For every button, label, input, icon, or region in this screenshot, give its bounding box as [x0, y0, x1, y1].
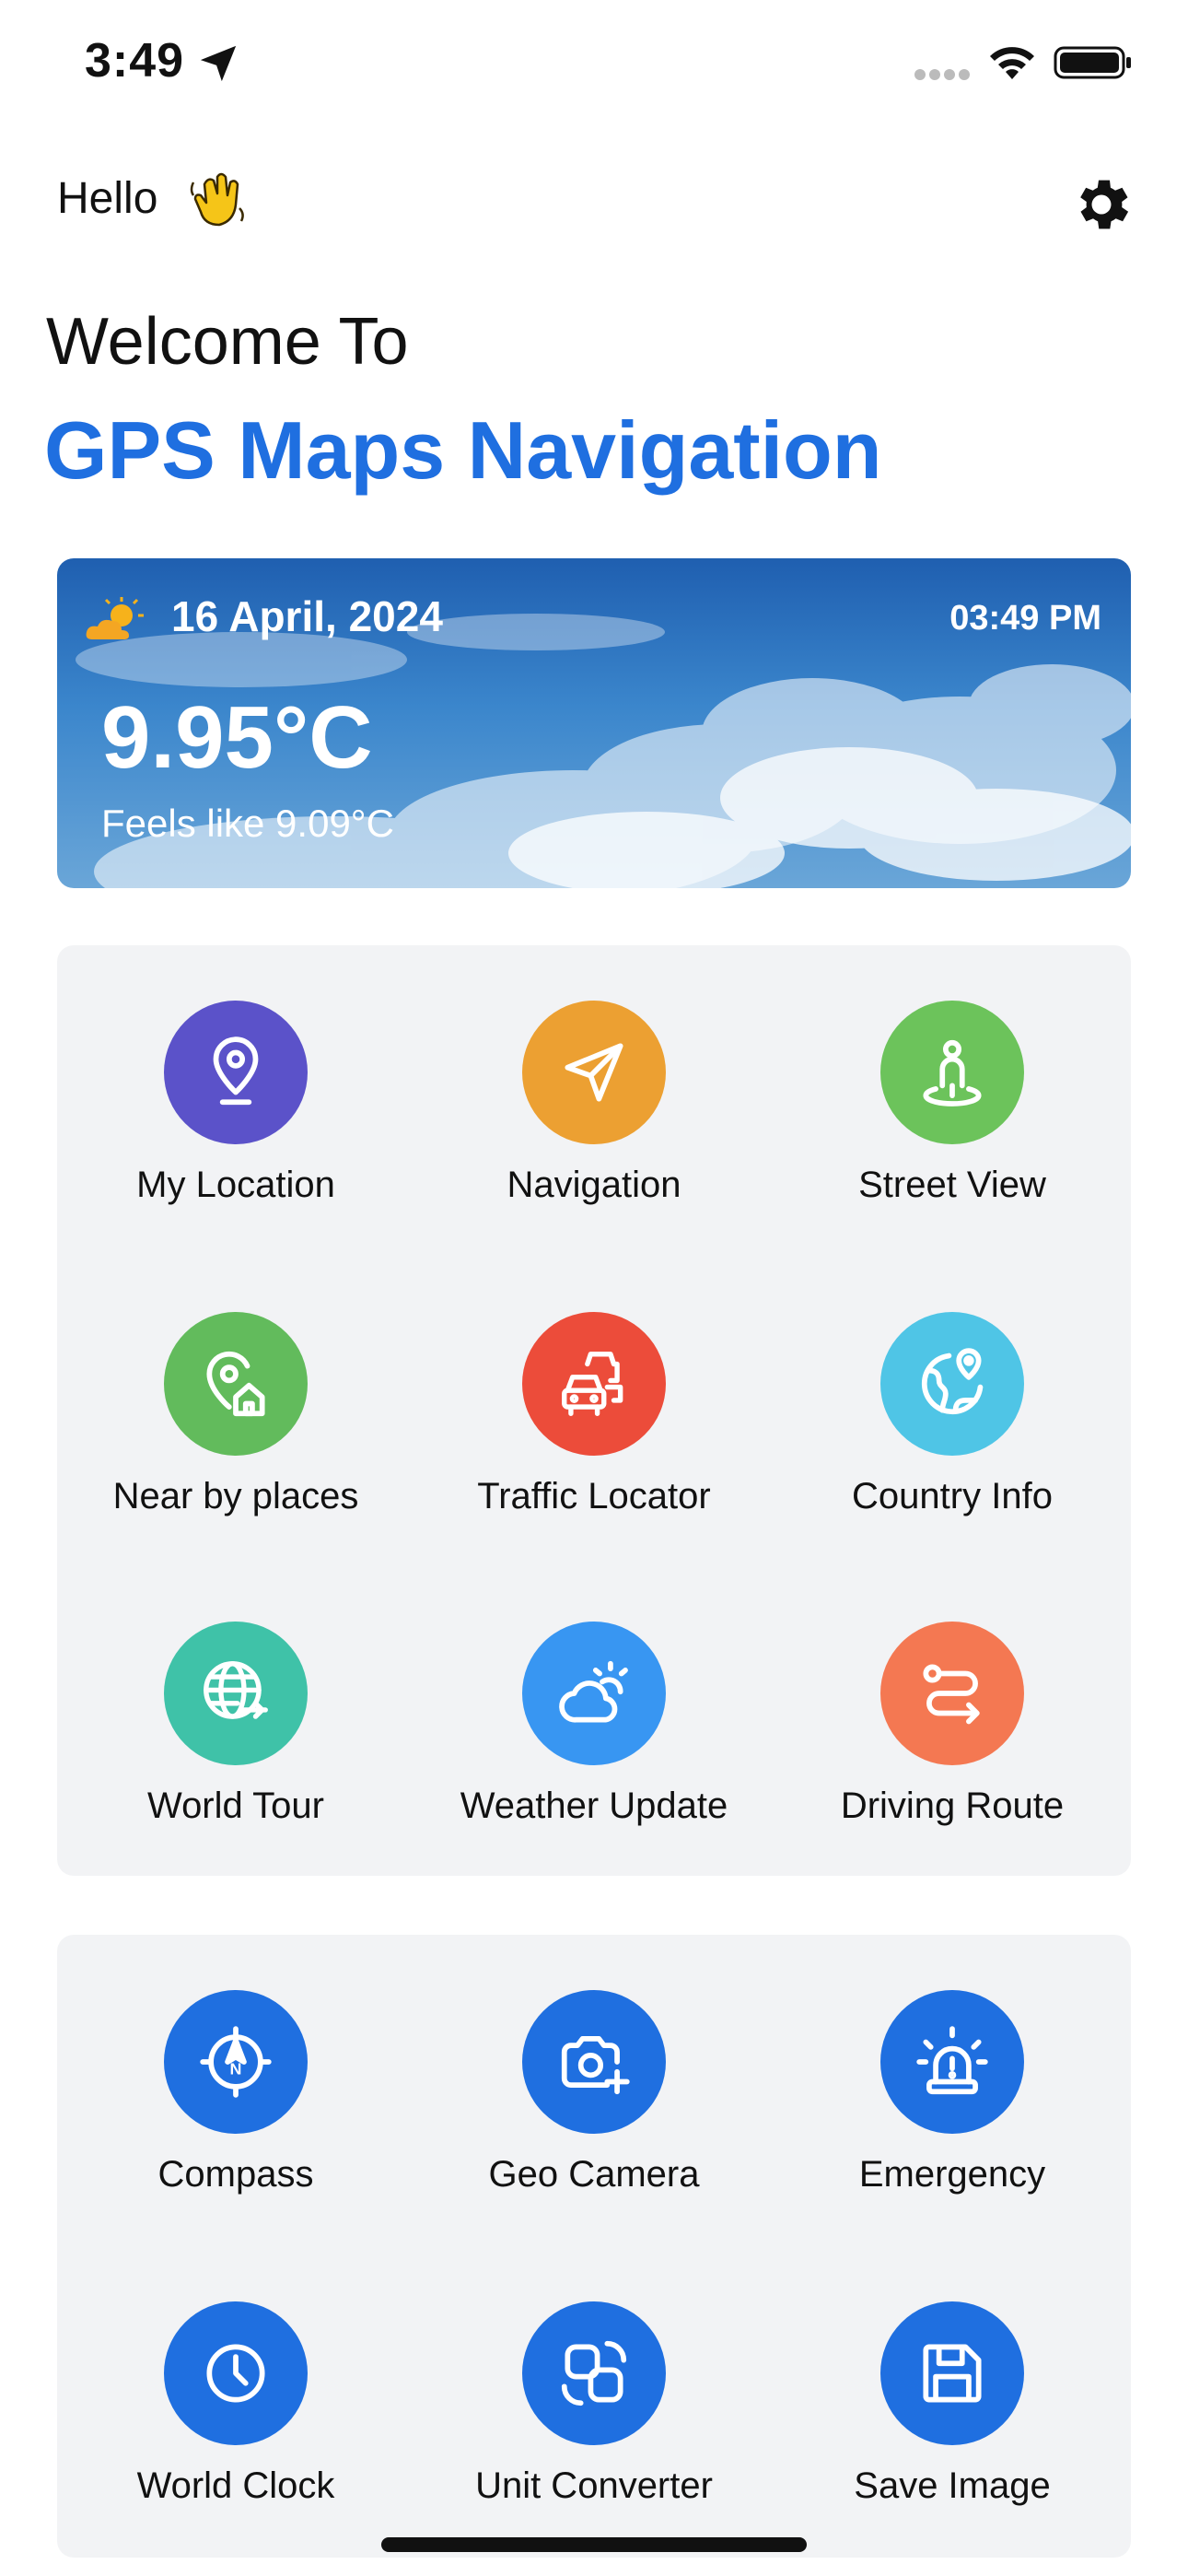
- tool-label: Save Image: [854, 2465, 1051, 2506]
- tool-label: Unit Converter: [475, 2465, 713, 2506]
- feature-label: My Location: [136, 1165, 335, 1205]
- tool-icon-circle: [880, 2301, 1024, 2445]
- weather-card[interactable]: 16 April, 2024 03:49 PM 9.95°C Feels lik…: [57, 558, 1131, 888]
- feature-label: Weather Update: [460, 1786, 728, 1826]
- features-grid: My Location Navigation Street View Near …: [57, 945, 1131, 1876]
- feature-weather-update[interactable]: Weather Update: [415, 1566, 773, 1826]
- tool-emergency[interactable]: Emergency: [774, 1935, 1131, 2195]
- feature-icon-circle: [880, 1001, 1024, 1144]
- globe-pin-icon: [921, 1348, 984, 1415]
- home-screen: 3:49 Hello Welcome To GPS Maps Navigatio…: [0, 0, 1188, 2576]
- tool-icon-circle: [522, 2301, 666, 2445]
- feature-label: Navigation: [507, 1165, 681, 1205]
- compass-icon: N: [200, 2026, 272, 2098]
- feature-country-info[interactable]: Country Info: [774, 1257, 1131, 1516]
- weather-cloud-sun-icon: [559, 1660, 628, 1723]
- emergency-siren-icon: [916, 2026, 988, 2095]
- street-view-person-icon: [923, 1039, 982, 1107]
- tool-label: World Clock: [136, 2465, 335, 2506]
- greeting-text: Hello: [57, 174, 158, 223]
- feature-label: Traffic Locator: [477, 1476, 711, 1516]
- tool-label: Compass: [157, 2154, 314, 2195]
- feature-label: Near by places: [112, 1476, 359, 1516]
- feature-street-view[interactable]: Street View: [774, 945, 1131, 1205]
- welcome-text: Welcome To: [46, 305, 409, 379]
- feature-label: World Tour: [147, 1786, 324, 1826]
- wifi-icon: [990, 47, 1034, 79]
- feature-label: Street View: [858, 1165, 1046, 1205]
- status-time: 3:49: [85, 34, 185, 88]
- tool-compass[interactable]: N Compass: [57, 1935, 414, 2195]
- feature-label: Driving Route: [840, 1786, 1065, 1826]
- camera-icon: [561, 2036, 630, 2095]
- tools-grid: N Compass Geo Camera Emergency World Clo…: [57, 1935, 1131, 2558]
- feature-traffic-locator[interactable]: Traffic Locator: [415, 1257, 773, 1516]
- feature-icon-circle: [164, 1312, 308, 1456]
- location-arrow-icon: [200, 45, 237, 82]
- convert-icon: [561, 2340, 627, 2406]
- tool-save-image[interactable]: Save Image: [774, 2246, 1131, 2506]
- feature-my-location[interactable]: My Location: [57, 945, 414, 1205]
- feature-nearby-places[interactable]: Near by places: [57, 1257, 414, 1516]
- traffic-cars-icon: [562, 1352, 623, 1416]
- feature-icon-circle: [880, 1622, 1024, 1765]
- tool-icon-circle: [880, 1990, 1024, 2134]
- tool-label: Emergency: [858, 2154, 1046, 2195]
- tool-icon-circle: [164, 2301, 308, 2445]
- clock-icon: [206, 2344, 265, 2403]
- feature-driving-route[interactable]: Driving Route: [774, 1566, 1131, 1826]
- world-tour-globe-icon: [204, 1661, 268, 1719]
- weather-date: 16 April, 2024: [171, 592, 443, 640]
- home-indicator[interactable]: [381, 2537, 807, 2552]
- feature-icon-circle: [522, 1622, 666, 1765]
- svg-text:N: N: [230, 2060, 242, 2078]
- weather-time: 03:49 PM: [949, 599, 1101, 638]
- feature-icon-circle: [522, 1312, 666, 1456]
- weather-temperature: 9.95°C: [101, 688, 373, 787]
- cellular-signal-icon: [914, 69, 970, 80]
- tool-icon-circle: N: [164, 1990, 308, 2134]
- feature-icon-circle: [164, 1622, 308, 1765]
- feature-icon-circle: [522, 1001, 666, 1144]
- tool-geo-camera[interactable]: Geo Camera: [415, 1935, 773, 2195]
- feature-label: Country Info: [852, 1476, 1053, 1516]
- partly-sunny-icon: [86, 597, 144, 639]
- save-floppy-icon: [923, 2344, 982, 2403]
- app-title: GPS Maps Navigation: [44, 404, 882, 496]
- tool-unit-converter[interactable]: Unit Converter: [415, 2246, 773, 2506]
- waving-hand-icon: [190, 172, 244, 227]
- weather-feels-like: Feels like 9.09°C: [101, 802, 394, 845]
- feature-world-tour[interactable]: World Tour: [57, 1566, 414, 1826]
- location-pin-icon: [213, 1036, 259, 1106]
- battery-icon: [1054, 46, 1131, 79]
- settings-gear-icon[interactable]: [1068, 171, 1135, 238]
- feature-icon-circle: [880, 1312, 1024, 1456]
- tool-icon-circle: [522, 1990, 666, 2134]
- tool-label: Geo Camera: [488, 2154, 700, 2195]
- tool-world-clock[interactable]: World Clock: [57, 2246, 414, 2506]
- navigation-arrow-icon: [565, 1043, 623, 1102]
- feature-navigation[interactable]: Navigation: [415, 945, 773, 1205]
- route-icon: [923, 1664, 980, 1725]
- status-bar: 3:49: [0, 0, 1188, 129]
- nearby-home-pin-icon: [206, 1351, 265, 1417]
- feature-icon-circle: [164, 1001, 308, 1144]
